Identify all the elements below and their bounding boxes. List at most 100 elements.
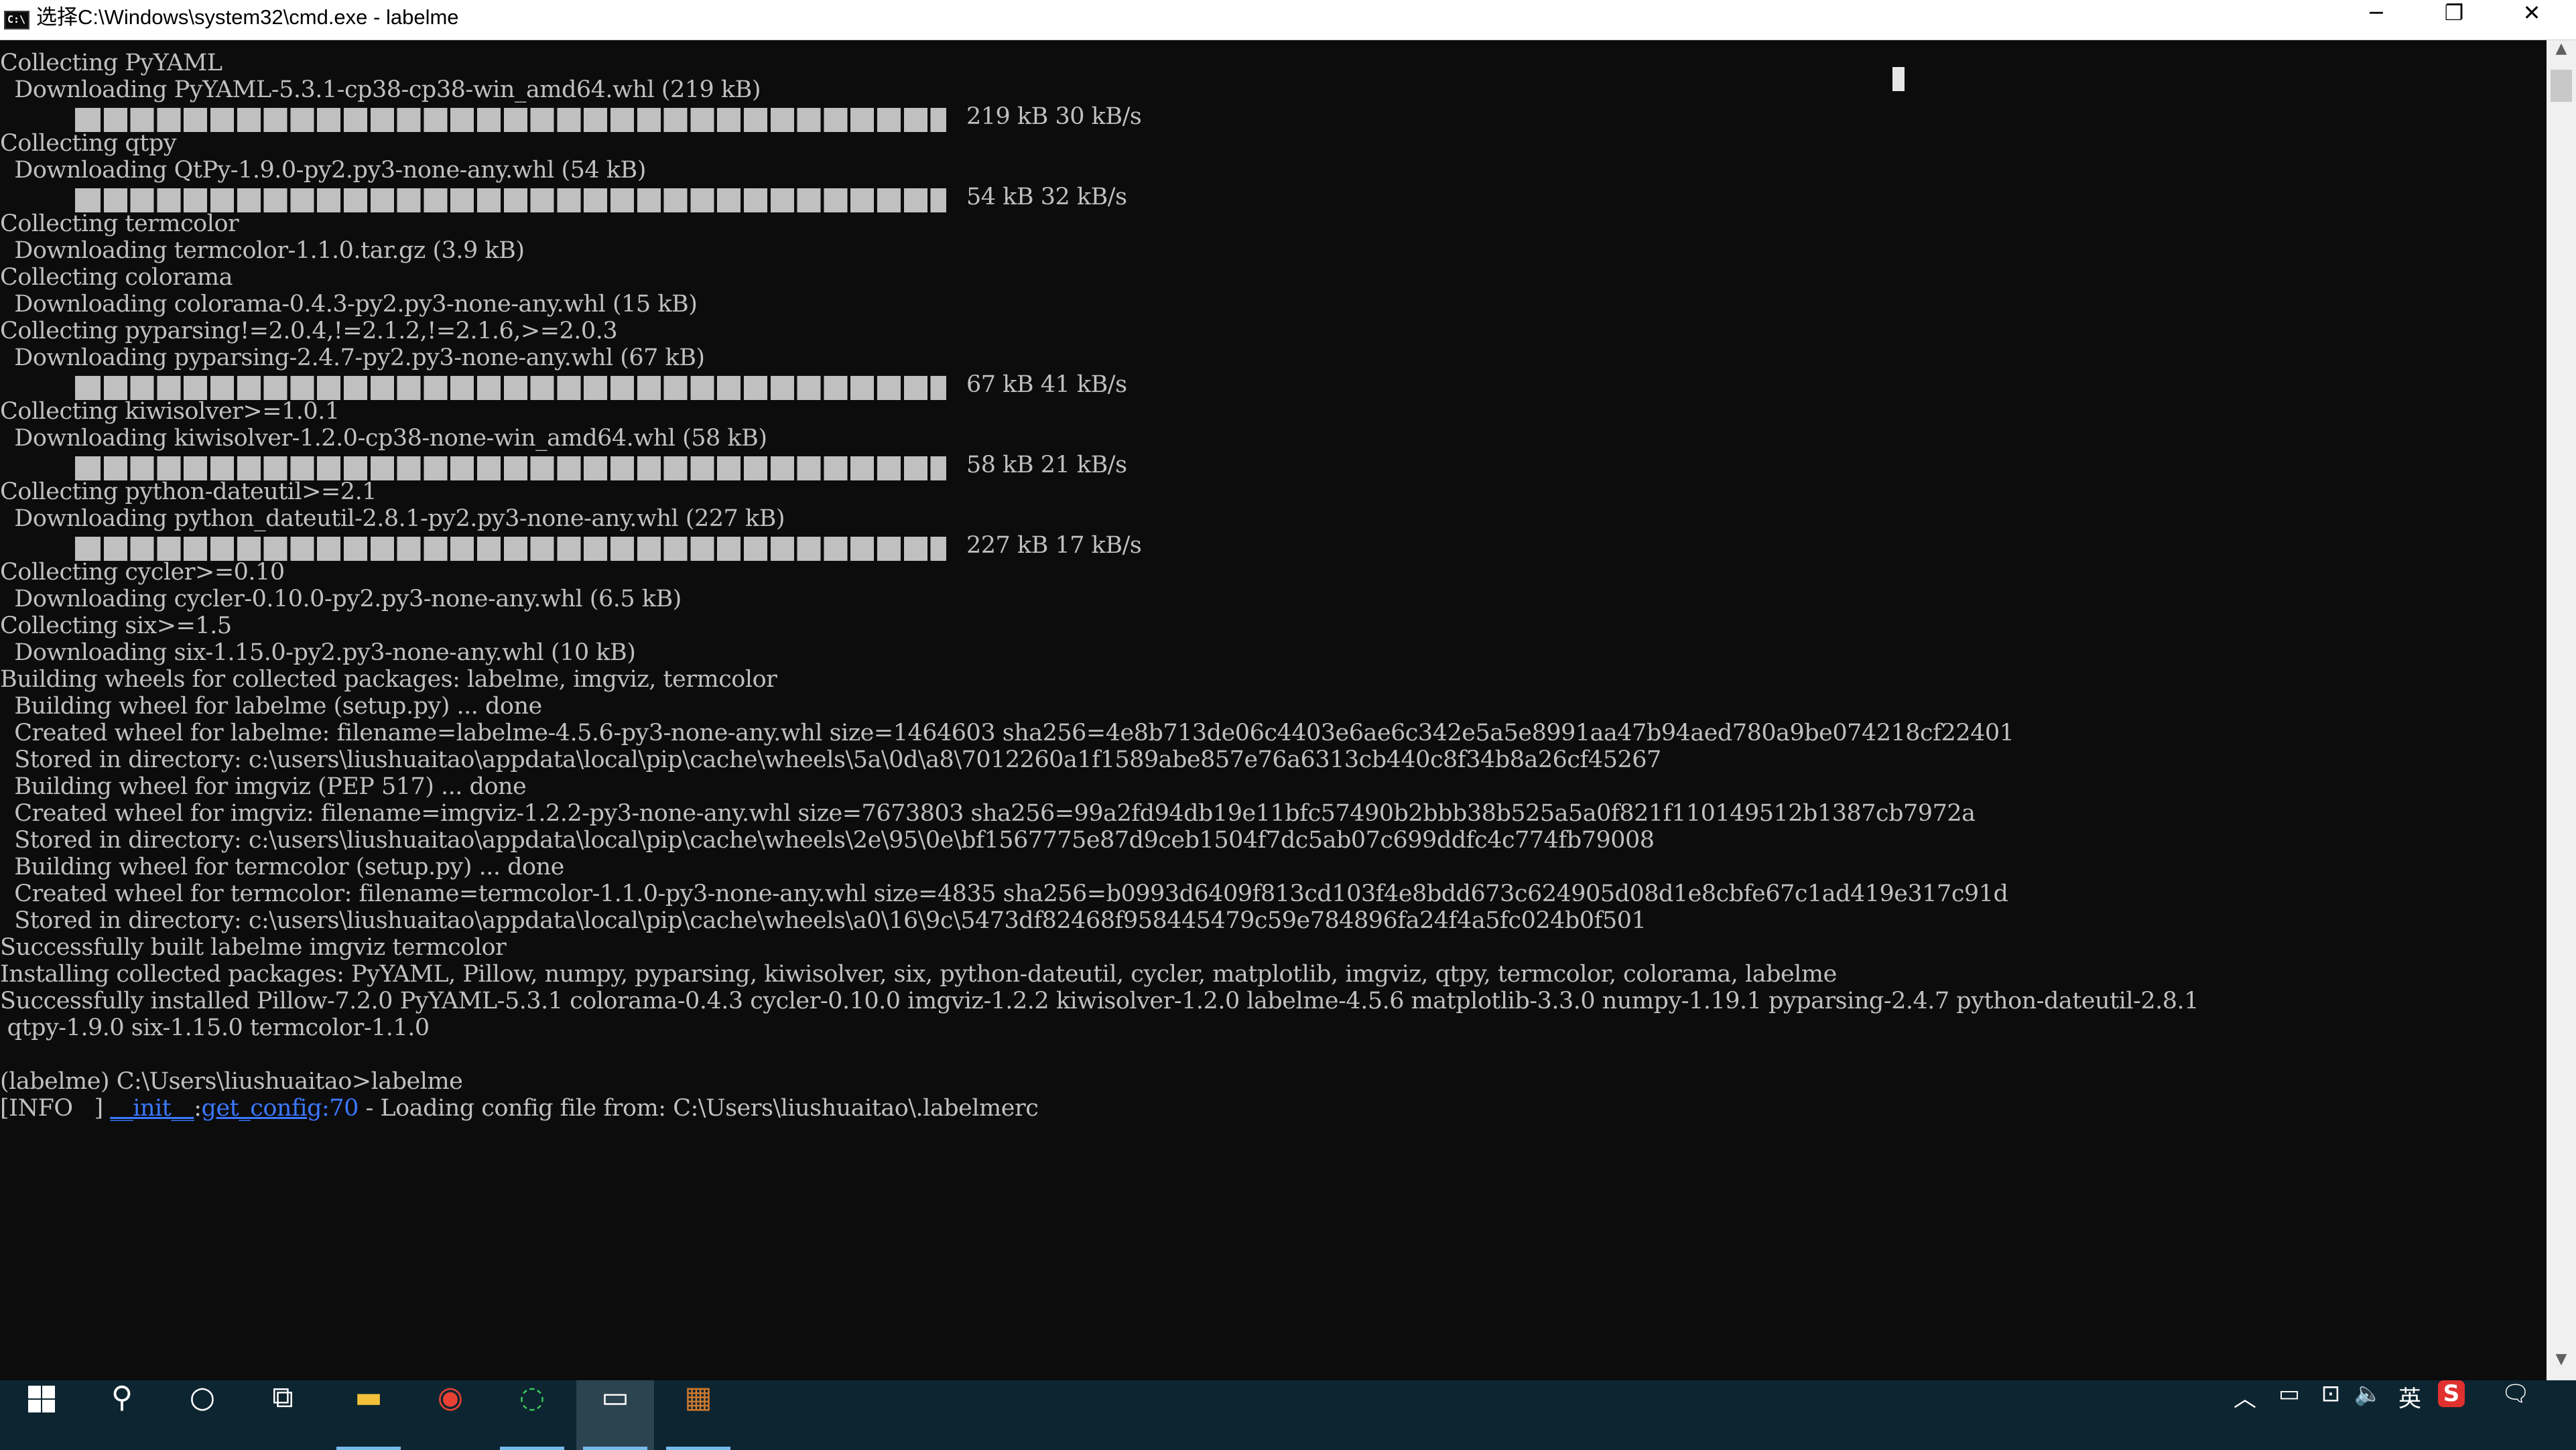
- network-tray-icon[interactable]: ⊡: [2311, 1380, 2351, 1450]
- app-green-button[interactable]: ◌: [493, 1380, 571, 1450]
- action-center-button[interactable]: 🗨: [2496, 1380, 2536, 1450]
- terminal-line: (labelme) C:\Users\liushuaitao>labelme: [0, 1068, 463, 1095]
- terminal-line: Created wheel for imgviz: filename=imgvi…: [0, 800, 1976, 827]
- progress-line: 219 kB 30 kB/s: [0, 103, 2199, 132]
- progress-line: 54 kB 32 kB/s: [0, 184, 2199, 212]
- labelme-button[interactable]: ▦: [659, 1380, 737, 1450]
- ime-language-indicator[interactable]: 英: [2390, 1380, 2430, 1450]
- task-view-button[interactable]: ⧉: [244, 1380, 322, 1450]
- window-title: 选择C:\Windows\system32\cmd.exe - labelme: [36, 5, 459, 29]
- terminal-line: Collecting PyYAML: [0, 50, 222, 76]
- progress-status-text: 67 kB 41 kB/s: [966, 371, 1127, 398]
- terminal-line: Collecting pyparsing!=2.0.4,!=2.1.2,!=2.…: [0, 318, 618, 344]
- search-icon: ⚲: [111, 1380, 133, 1414]
- terminal-line: Downloading six-1.15.0-py2.py3-none-any.…: [0, 639, 636, 666]
- restore-button[interactable]: ❐: [2415, 0, 2493, 40]
- cmd-button[interactable]: ▭: [576, 1380, 654, 1450]
- chrome-button[interactable]: ◉: [411, 1380, 489, 1450]
- close-button[interactable]: ✕: [2493, 0, 2571, 40]
- cortana-button[interactable]: ○: [164, 1380, 241, 1450]
- progress-status-text: 58 kB 21 kB/s: [966, 452, 1127, 478]
- terminal-line: Installing collected packages: PyYAML, P…: [0, 961, 1837, 988]
- progress-line: 67 kB 41 kB/s: [0, 371, 2199, 400]
- battery-tray-icon[interactable]: ▭: [2269, 1380, 2309, 1450]
- show-hidden-icons-button[interactable]: ︿: [2225, 1380, 2265, 1450]
- volume-tray-icon[interactable]: 🔈: [2348, 1380, 2388, 1450]
- terminal-lines: Collecting PyYAML Downloading PyYAML-5.3…: [0, 50, 2199, 1122]
- progress-bar: [75, 188, 946, 212]
- log-message: - Loading config file from: C:\Users\liu…: [358, 1095, 1039, 1122]
- text-cursor: [1892, 67, 1905, 91]
- terminal-line: Downloading kiwisolver-1.2.0-cp38-none-w…: [0, 425, 767, 452]
- separator: :: [322, 1095, 330, 1122]
- progress-bar: [75, 108, 946, 132]
- windows-logo-icon: [27, 1385, 56, 1413]
- labelme-icon: ▦: [684, 1380, 712, 1414]
- progress-status-text: 54 kB 32 kB/s: [966, 184, 1127, 210]
- terminal-line: Successfully installed Pillow-7.2.0 PyYA…: [0, 988, 2199, 1014]
- sogou-s-icon: S: [2437, 1380, 2465, 1407]
- terminal-line: Downloading colorama-0.4.3-py2.py3-none-…: [0, 291, 698, 318]
- terminal-line: Downloading termcolor-1.1.0.tar.gz (3.9 …: [0, 237, 525, 264]
- network-icon: ⊡: [2321, 1380, 2341, 1407]
- terminal-line: Successfully built labelme imgviz termco…: [0, 934, 507, 961]
- cortana-circle-icon: ○: [189, 1380, 216, 1414]
- folder-icon: ▬: [355, 1380, 383, 1414]
- log-level-prefix: [INFO ]: [0, 1095, 111, 1122]
- scroll-up-arrow-icon[interactable]: ▲: [2547, 40, 2576, 70]
- terminal-line: Collecting colorama: [0, 264, 233, 291]
- progress-bar: [75, 456, 946, 480]
- terminal-line: Downloading PyYAML-5.3.1-cp38-cp38-win_a…: [0, 76, 761, 103]
- scrollbar-thumb[interactable]: [2551, 70, 2572, 102]
- speaker-icon: 🔈: [2354, 1380, 2383, 1407]
- terminal-line: Downloading cycler-0.10.0-py2.py3-none-a…: [0, 586, 682, 612]
- title-bar[interactable]: C:\ 选择C:\Windows\system32\cmd.exe - labe…: [0, 0, 2576, 40]
- minimize-button[interactable]: ─: [2337, 0, 2415, 40]
- terminal-line: Created wheel for termcolor: filename=te…: [0, 880, 2008, 907]
- terminal-line: Stored in directory: c:\users\liushuaita…: [0, 907, 1647, 934]
- progress-line: 227 kB 17 kB/s: [0, 532, 2199, 561]
- chrome-icon: ◉: [437, 1380, 464, 1414]
- progress-status-text: 219 kB 30 kB/s: [966, 103, 1142, 130]
- terminal-line: Stored in directory: c:\users\liushuaita…: [0, 746, 1661, 773]
- info-log-line: [INFO ] __init__:get_config:70 - Loading…: [0, 1095, 2199, 1122]
- task-view-icon: ⧉: [272, 1380, 294, 1414]
- battery-icon: ▭: [2278, 1380, 2301, 1407]
- chevron-up-icon: ︿: [2234, 1386, 2256, 1412]
- scroll-down-arrow-icon[interactable]: ▼: [2547, 1351, 2576, 1380]
- green-ring-icon: ◌: [519, 1380, 545, 1414]
- progress-line: 58 kB 21 kB/s: [0, 452, 2199, 480]
- terminal-line: Collecting python-dateutil>=2.1: [0, 478, 377, 505]
- running-indicator: [666, 1447, 730, 1450]
- cmd-icon[interactable]: C:\: [4, 11, 29, 29]
- terminal-line: Downloading python_dateutil-2.8.1-py2.py…: [0, 505, 785, 532]
- progress-status-text: 227 kB 17 kB/s: [966, 532, 1142, 559]
- progress-bar: [75, 376, 946, 400]
- terminal-icon: ▭: [601, 1380, 629, 1414]
- terminal-line: Collecting six>=1.5: [0, 612, 232, 639]
- terminal-line: Collecting cycler>=0.10: [0, 559, 285, 586]
- file-explorer-button[interactable]: ▬: [330, 1380, 407, 1450]
- ime-icon: 英: [2398, 1386, 2421, 1412]
- start-button[interactable]: [3, 1380, 80, 1450]
- function-name: get_config: [201, 1095, 322, 1122]
- terminal-line: Collecting kiwisolver>=1.0.1: [0, 398, 340, 425]
- vertical-scrollbar[interactable]: ▲ ▼: [2547, 40, 2576, 1380]
- cmd-icon-text: C:\: [7, 13, 26, 25]
- separator: :: [194, 1095, 202, 1122]
- progress-bar: [75, 537, 946, 561]
- terminal-line: Stored in directory: c:\users\liushuaita…: [0, 827, 1655, 854]
- running-indicator: [583, 1447, 647, 1450]
- line-number: 70: [329, 1095, 359, 1122]
- terminal-output-area[interactable]: Collecting PyYAML Downloading PyYAML-5.3…: [0, 40, 2547, 1380]
- terminal-line: Created wheel for labelme: filename=labe…: [0, 720, 2014, 746]
- terminal-line: Collecting termcolor: [0, 210, 239, 237]
- terminal-line: Downloading pyparsing-2.4.7-py2.py3-none…: [0, 344, 705, 371]
- sogou-ime-tray-icon[interactable]: S: [2431, 1380, 2471, 1450]
- terminal-line: Building wheel for labelme (setup.py) ..…: [0, 693, 542, 720]
- terminal-line: Collecting qtpy: [0, 130, 177, 157]
- terminal-line: qtpy-1.9.0 six-1.15.0 termcolor-1.1.0: [0, 1014, 430, 1041]
- search-button[interactable]: ⚲: [83, 1380, 161, 1450]
- terminal-line: Building wheels for collected packages: …: [0, 666, 777, 693]
